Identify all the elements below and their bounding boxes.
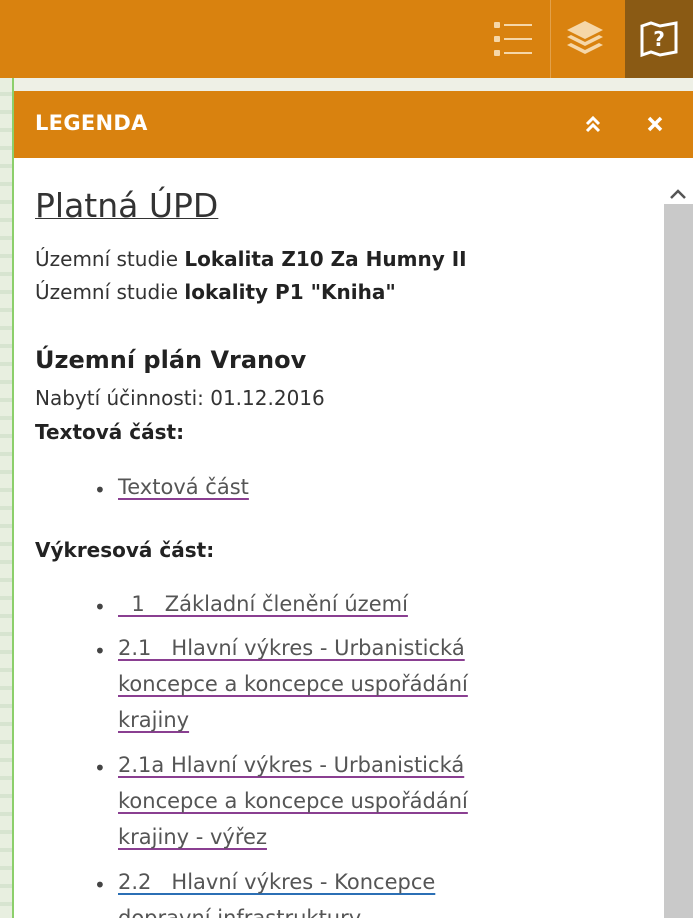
scroll-up-icon[interactable]	[668, 186, 688, 202]
text-part-link[interactable]: Textová část	[118, 469, 249, 505]
bullet: •	[94, 756, 106, 780]
drawing-link-1[interactable]: 1 Základní členění území	[118, 586, 408, 622]
map-edge[interactable]	[0, 78, 14, 918]
study-name: Lokalita Z10 Za Humny II	[184, 247, 467, 271]
drawing-link-3[interactable]: 2.1a Hlavní výkres - Urbanistická	[118, 747, 464, 783]
drawing-part-heading: Výkresová část:	[35, 538, 215, 562]
close-button[interactable]	[640, 109, 670, 139]
help-map-icon: ?	[640, 21, 678, 58]
panel-title: LEGENDA	[35, 111, 148, 135]
legend-panel: LEGENDA Platná ÚPD Územní studie Lokalit…	[14, 91, 693, 918]
study-prefix: Územní studie	[35, 247, 185, 271]
effective-date: Nabytí účinnosti: 01.12.2016	[35, 386, 325, 410]
layers-icon	[567, 21, 603, 54]
plan-title: Územní plán Vranov	[35, 346, 307, 374]
drawing-link-3[interactable]: krajiny - výřez	[118, 819, 267, 855]
study-name: lokality P1 "Kniha"	[184, 280, 396, 304]
study-line-2: Územní studie lokality P1 "Kniha"	[35, 280, 396, 304]
drawing-link-4[interactable]: 2.2 Hlavní výkres - Koncepce	[118, 864, 435, 900]
panel-header: LEGENDA	[14, 91, 693, 158]
drawing-link-2[interactable]: koncepce a koncepce uspořádání	[118, 666, 468, 702]
bullet: •	[94, 873, 106, 897]
scrollbar-track[interactable]	[664, 204, 693, 918]
legend-list-button[interactable]	[479, 0, 547, 78]
collapse-button[interactable]	[578, 109, 608, 139]
top-toolbar: ?	[0, 0, 693, 78]
legend-main-title[interactable]: Platná ÚPD	[35, 186, 218, 225]
drawing-link-2[interactable]: krajiny	[118, 702, 189, 738]
close-icon	[647, 116, 663, 132]
text-part-heading: Textová část:	[35, 420, 185, 444]
drawing-link-4[interactable]: dopravní infrastruktury	[118, 900, 361, 918]
bullet: •	[94, 595, 106, 619]
bullet: •	[94, 478, 106, 502]
layers-button[interactable]	[550, 0, 619, 78]
legend-list-icon	[494, 22, 532, 56]
study-line-1: Územní studie Lokalita Z10 Za Humny II	[35, 247, 467, 271]
drawing-link-2[interactable]: 2.1 Hlavní výkres - Urbanistická	[118, 630, 465, 666]
scrollbar[interactable]	[664, 158, 693, 918]
bullet: •	[94, 639, 106, 663]
svg-text:?: ?	[653, 27, 665, 51]
drawing-link-3[interactable]: koncepce a koncepce uspořádání	[118, 783, 468, 819]
legend-content: Platná ÚPD Územní studie Lokalita Z10 Za…	[14, 158, 664, 918]
help-map-button[interactable]: ?	[625, 0, 693, 78]
study-prefix: Územní studie	[35, 280, 185, 304]
double-chevron-up-icon	[585, 115, 601, 133]
